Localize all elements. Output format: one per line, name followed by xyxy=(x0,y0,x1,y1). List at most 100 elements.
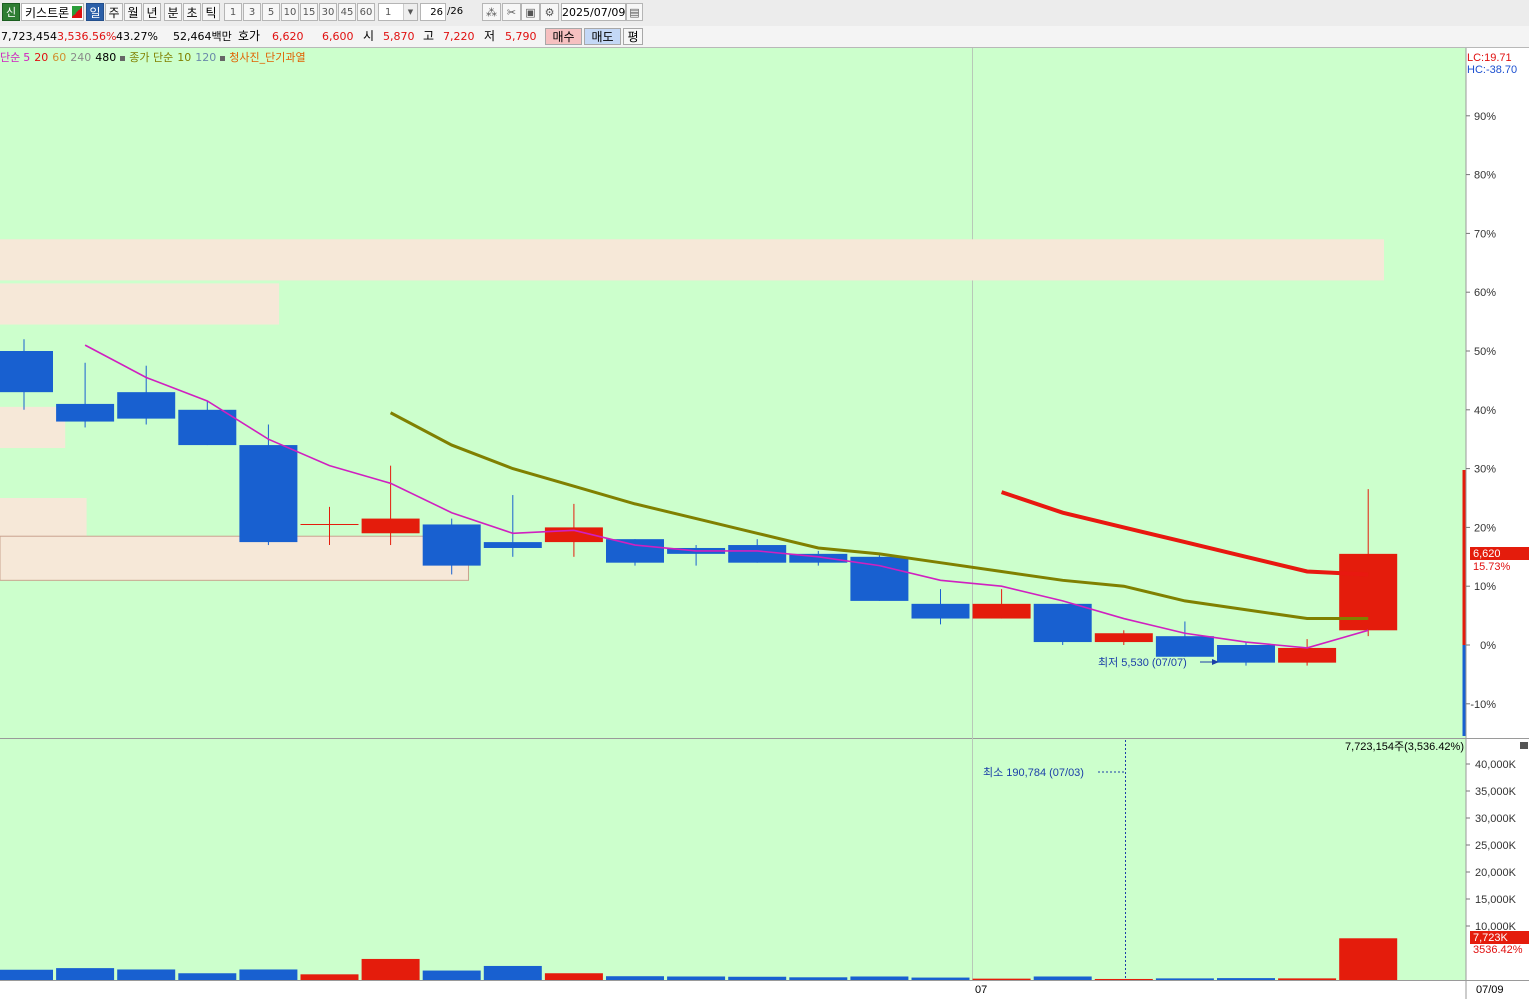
percent-tick-label: -10% xyxy=(1470,699,1496,711)
volume-bar[interactable] xyxy=(544,973,603,980)
period-day[interactable]: 일 xyxy=(86,3,104,21)
page-count-input[interactable]: 26 xyxy=(420,3,446,21)
stock-name-field[interactable]: 키스트론 xyxy=(21,3,84,21)
candle-body[interactable] xyxy=(178,409,237,446)
volume-bar[interactable] xyxy=(422,970,481,980)
volume-bar[interactable] xyxy=(483,965,542,980)
crosshair-icon[interactable]: ✂ xyxy=(502,3,521,21)
volume-bar[interactable] xyxy=(606,976,664,980)
percent-tick-label: 10% xyxy=(1474,581,1496,593)
ma-period-60: 60 xyxy=(52,51,67,64)
minute-15[interactable]: 15 xyxy=(300,3,318,21)
volume-bar[interactable] xyxy=(1278,978,1337,980)
turnover-rate: 43.27% xyxy=(116,30,158,43)
volume-bar[interactable] xyxy=(667,976,726,980)
volume-bar[interactable] xyxy=(1033,976,1092,980)
current-price: 6,620 xyxy=(1473,548,1501,560)
percent-tick-label: 70% xyxy=(1474,228,1496,240)
eval-button[interactable]: 평 xyxy=(623,28,643,45)
volume-bar[interactable] xyxy=(178,973,237,980)
stock-badge[interactable]: 신 xyxy=(2,3,20,21)
minute-30[interactable]: 30 xyxy=(319,3,337,21)
percent-tick-label: 50% xyxy=(1474,346,1496,358)
minute-60[interactable]: 60 xyxy=(357,3,375,21)
candle-body[interactable] xyxy=(0,351,53,393)
month-label: 07 xyxy=(975,984,987,996)
period-year[interactable]: 년 xyxy=(143,3,161,21)
volume-summary: 7,723,154주(3,536.42%) xyxy=(1345,741,1464,753)
volume-bar[interactable] xyxy=(1155,978,1214,980)
volume-tick-label: 30,000K xyxy=(1475,813,1517,825)
ma-period-5: 5 xyxy=(23,51,31,64)
percent-tick-label: 90% xyxy=(1474,111,1496,123)
minute-1[interactable]: 1 xyxy=(224,3,242,21)
minute-5[interactable]: 5 xyxy=(262,3,280,21)
gear-icon[interactable]: ⚙ xyxy=(540,3,559,21)
open-label: 시 xyxy=(363,29,375,43)
candle-body[interactable] xyxy=(1094,633,1153,643)
volume-value: 7,723,454 xyxy=(1,30,57,43)
percent-tick-label: 80% xyxy=(1474,170,1496,182)
candle-body[interactable] xyxy=(1033,603,1092,643)
candle-body[interactable] xyxy=(1155,636,1214,657)
minute-10[interactable]: 10 xyxy=(281,3,299,21)
date-field[interactable]: 2025/07/09 xyxy=(561,3,626,21)
candle-body[interactable] xyxy=(483,542,542,548)
volume-bar[interactable] xyxy=(117,969,176,980)
candle-body[interactable] xyxy=(606,539,664,563)
volume-bar[interactable] xyxy=(1217,978,1275,980)
minute-45[interactable]: 45 xyxy=(338,3,356,21)
period-second[interactable]: 초 xyxy=(183,3,201,21)
volume-bar[interactable] xyxy=(911,977,970,980)
current-volume: 7,723K xyxy=(1473,932,1509,944)
candle-body[interactable] xyxy=(239,445,298,543)
period-week[interactable]: 주 xyxy=(105,3,123,21)
overheat-zone xyxy=(0,535,469,581)
low-label: 저 xyxy=(484,29,496,43)
collapse-pane-icon[interactable] xyxy=(1520,742,1528,749)
close-ma-period-10: 10 xyxy=(177,51,192,64)
stock-chart[interactable]: 90% 80% 70% 60% 50% 40% 30% 20% 10% 0% -10% 40,000… xyxy=(0,48,1529,999)
high-label: 고 xyxy=(423,29,435,43)
candle-body[interactable] xyxy=(972,603,1031,619)
last-date-label: 07/09 xyxy=(1476,984,1504,996)
candle-body[interactable] xyxy=(1217,645,1275,663)
interval-select[interactable]: 1 ▼ xyxy=(378,3,418,21)
percent-tick-label: 40% xyxy=(1474,405,1496,417)
ma-period-480: 480 xyxy=(95,51,117,64)
bottom-axis-panel xyxy=(0,980,1529,999)
volume-bar[interactable] xyxy=(789,977,848,980)
period-minute[interactable]: 분 xyxy=(164,3,182,21)
minute-3[interactable]: 3 xyxy=(243,3,261,21)
sell-button[interactable]: 매도 xyxy=(584,28,621,45)
save-icon[interactable]: ▣ xyxy=(521,3,540,21)
candle-body[interactable] xyxy=(422,524,481,566)
candle-body[interactable] xyxy=(56,403,115,422)
volume-bar[interactable] xyxy=(300,974,359,980)
volume-bar[interactable] xyxy=(0,969,53,980)
percent-tick-label: 60% xyxy=(1474,287,1496,299)
period-tick[interactable]: 틱 xyxy=(202,3,220,21)
candle-body[interactable] xyxy=(361,518,420,534)
volume-bar[interactable] xyxy=(239,969,298,980)
candle-body[interactable] xyxy=(1278,647,1337,663)
candle-body[interactable] xyxy=(117,392,176,419)
volume-bar[interactable] xyxy=(1339,938,1398,980)
volume-bar[interactable] xyxy=(56,968,115,980)
current-volume-pct: 3536.42% xyxy=(1473,944,1523,956)
volume-bar[interactable] xyxy=(850,976,909,980)
volume-bar[interactable] xyxy=(361,958,420,980)
candle-body[interactable] xyxy=(911,603,970,619)
calendar-icon[interactable]: ▤ xyxy=(626,3,643,21)
legend-square-icon xyxy=(220,55,226,61)
trade-amount: 52,464백만 xyxy=(173,30,232,43)
percent-tick-label: 30% xyxy=(1474,464,1496,476)
volume-bar[interactable] xyxy=(972,978,1031,980)
buy-button[interactable]: 매수 xyxy=(545,28,582,45)
interval-value: 1 xyxy=(385,7,392,18)
period-month[interactable]: 월 xyxy=(124,3,142,21)
volume-bar[interactable] xyxy=(728,976,787,980)
candle-body[interactable] xyxy=(728,545,787,563)
link-icon[interactable]: ⁂ xyxy=(482,3,501,21)
volume-bar[interactable] xyxy=(1094,978,1153,980)
